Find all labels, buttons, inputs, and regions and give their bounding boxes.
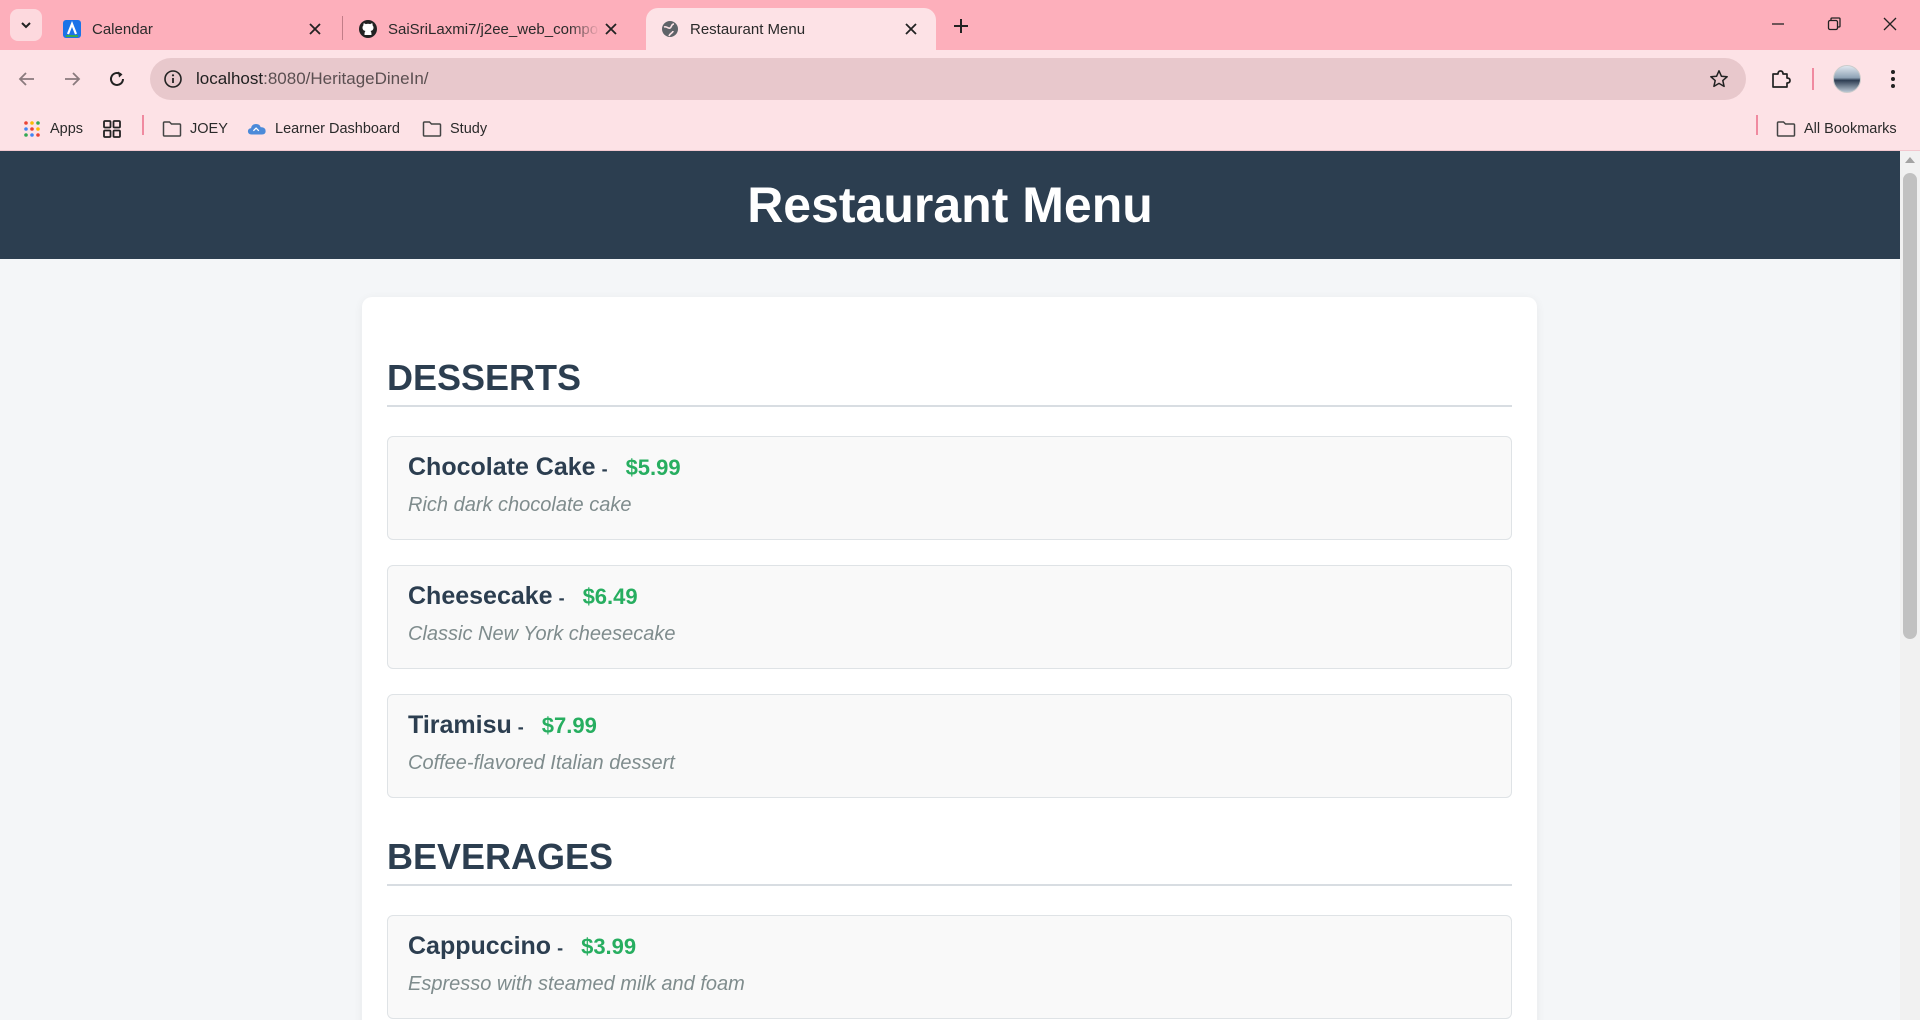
bookmark-label: JOEY xyxy=(190,121,228,137)
tab-search-button[interactable] xyxy=(10,9,42,41)
close-icon xyxy=(1883,17,1897,31)
arrow-left-icon xyxy=(18,72,34,86)
arrow-right-icon xyxy=(65,72,81,86)
address-bar[interactable]: localhost:8080/HeritageDineIn/ xyxy=(150,58,1746,100)
close-icon[interactable] xyxy=(304,18,326,40)
close-window-button[interactable] xyxy=(1862,8,1918,40)
menu-item: Tiramisu - $7.99 Coffee-flavored Italian… xyxy=(387,694,1512,798)
menu-container: DESSERTS Chocolate Cake - $5.99 Rich dar… xyxy=(362,297,1537,1020)
item-description: Rich dark chocolate cake xyxy=(408,494,632,516)
page-scrollbar[interactable] xyxy=(1900,151,1920,1020)
bookmark-label: Learner Dashboard xyxy=(275,121,400,137)
url-text[interactable]: localhost:8080/HeritageDineIn/ xyxy=(196,69,429,89)
page-header: Restaurant Menu xyxy=(0,151,1900,259)
bookmark-label: All Bookmarks xyxy=(1804,121,1897,137)
bookmarks-bar: Apps JOEY Learner Dashboard Study All Bo… xyxy=(0,108,1920,151)
minimize-button[interactable] xyxy=(1750,8,1806,40)
tab-title: Calendar xyxy=(92,20,153,38)
item-description: Coffee-flavored Italian dessert xyxy=(408,752,675,774)
profile-button[interactable] xyxy=(1830,62,1864,96)
chevron-down-icon xyxy=(21,22,31,29)
more-vertical-icon xyxy=(1891,70,1895,88)
site-info-icon[interactable] xyxy=(162,68,184,90)
bookmark-star-icon[interactable] xyxy=(1708,68,1730,90)
extensions-button[interactable] xyxy=(1764,62,1798,96)
bookmark-folder-study[interactable]: Study xyxy=(422,117,487,141)
bookmark-apps[interactable]: Apps xyxy=(22,117,83,141)
forward-button[interactable] xyxy=(55,62,89,96)
menu-item: Chocolate Cake - $5.99 Rich dark chocola… xyxy=(387,436,1512,540)
tab-bar: Calendar SaiSriLaxmi7/j2ee_web_compon Re… xyxy=(0,0,1920,50)
item-name: Cappuccino xyxy=(408,932,552,960)
tab-groups-icon xyxy=(102,119,122,139)
tab-divider xyxy=(342,16,343,40)
bookmark-divider xyxy=(1756,115,1758,135)
scroll-up-arrow-icon[interactable] xyxy=(1905,157,1915,163)
item-description: Espresso with steamed milk and foam xyxy=(408,973,745,995)
calendar-app-icon xyxy=(62,19,82,39)
cloud-icon xyxy=(247,119,267,139)
bookmark-divider xyxy=(142,115,144,135)
tab-title: Restaurant Menu xyxy=(690,20,806,38)
page-viewport: Restaurant Menu DESSERTS Chocolate Cake … xyxy=(0,151,1900,1020)
item-separator: - xyxy=(601,459,608,479)
item-price: $5.99 xyxy=(625,455,681,480)
item-separator: - xyxy=(517,717,524,737)
bookmark-tab-groups[interactable] xyxy=(102,117,130,141)
item-price: $6.49 xyxy=(582,584,638,609)
item-name: Chocolate Cake xyxy=(408,453,596,481)
folder-icon xyxy=(162,119,182,139)
minimize-icon xyxy=(1772,23,1784,25)
globe-icon xyxy=(660,19,680,39)
tab-calendar[interactable]: Calendar xyxy=(48,8,340,50)
item-name: Tiramisu xyxy=(408,711,512,739)
section-title-desserts: DESSERTS xyxy=(387,357,1512,407)
new-tab-button[interactable] xyxy=(946,11,976,41)
restore-icon xyxy=(1827,17,1841,31)
browser-toolbar: localhost:8080/HeritageDineIn/ xyxy=(0,50,1920,108)
tab-restaurant-menu[interactable]: Restaurant Menu xyxy=(646,8,936,50)
avatar xyxy=(1833,65,1861,93)
tab-github[interactable]: SaiSriLaxmi7/j2ee_web_compon xyxy=(344,8,636,50)
page-title: Restaurant Menu xyxy=(747,177,1153,233)
url-path: :8080/HeritageDineIn/ xyxy=(263,69,429,88)
item-price: $3.99 xyxy=(581,934,637,959)
bookmark-learner-dashboard[interactable]: Learner Dashboard xyxy=(247,117,400,141)
restore-button[interactable] xyxy=(1806,8,1862,40)
item-separator: - xyxy=(557,938,564,958)
puzzle-icon xyxy=(1772,70,1791,88)
item-separator: - xyxy=(558,588,565,608)
toolbar-divider xyxy=(1812,68,1814,90)
tab-title: SaiSriLaxmi7/j2ee_web_compon xyxy=(388,20,600,38)
url-host: localhost xyxy=(196,69,264,88)
item-description: Classic New York cheesecake xyxy=(408,623,676,645)
menu-item: Cappuccino - $3.99 Espresso with steamed… xyxy=(387,915,1512,1019)
plus-icon xyxy=(954,19,968,33)
item-price: $7.99 xyxy=(541,713,597,738)
reload-button[interactable] xyxy=(100,62,134,96)
bookmark-all-bookmarks[interactable]: All Bookmarks xyxy=(1776,117,1897,141)
bookmark-folder-joey[interactable]: JOEY xyxy=(162,117,228,141)
folder-icon xyxy=(422,119,442,139)
close-icon[interactable] xyxy=(600,18,622,40)
item-name: Cheesecake xyxy=(408,582,553,610)
section-title-beverages: BEVERAGES xyxy=(387,836,1512,886)
bookmark-label: Apps xyxy=(50,121,84,137)
back-button[interactable] xyxy=(10,62,44,96)
reload-icon xyxy=(110,71,124,86)
github-icon xyxy=(358,19,378,39)
folder-icon xyxy=(1776,119,1796,139)
apps-grid-icon xyxy=(22,119,42,139)
menu-item: Cheesecake - $6.49 Classic New York chee… xyxy=(387,565,1512,669)
close-icon[interactable] xyxy=(900,18,922,40)
bookmark-label: Study xyxy=(450,121,488,137)
scrollbar-thumb[interactable] xyxy=(1903,173,1917,639)
menu-button[interactable] xyxy=(1876,62,1910,96)
